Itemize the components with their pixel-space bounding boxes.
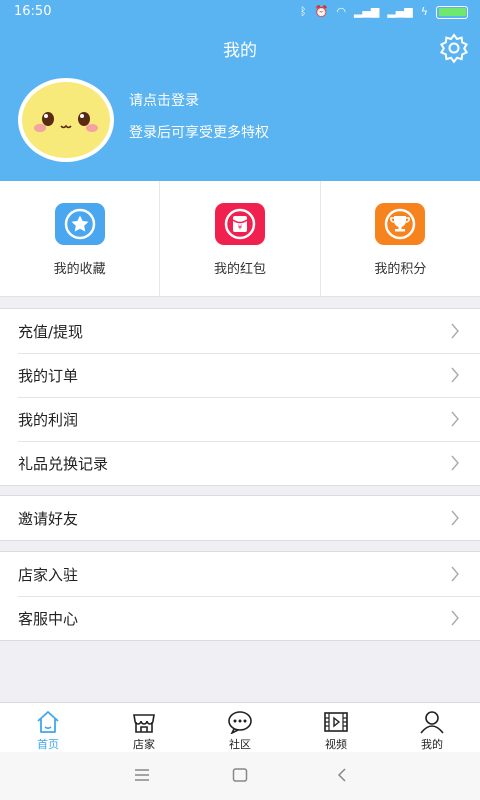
gear-icon [439,33,469,64]
status-time: 16:50 [14,4,52,19]
quick-action-label: 我的收藏 [53,262,106,277]
avatar[interactable] [18,78,114,162]
chevron-right-icon [451,411,459,427]
menu-item-profit[interactable]: 我的利润 [0,397,480,441]
menu-item-orders[interactable]: 我的订单 [0,353,480,397]
red-packet-icon: ¥ [214,203,265,245]
menu-group-service: 店家入驻 客服中心 [0,551,480,641]
tab-label: 视频 [325,738,347,751]
tab-store[interactable]: 店家 [96,703,192,752]
login-prompt[interactable]: 请点击登录 [129,90,199,110]
menu-item-label: 我的利润 [18,411,79,429]
menu-item-label: 客服中心 [18,610,79,628]
settings-button[interactable] [438,32,470,64]
chevron-right-icon [451,610,459,626]
tab-video[interactable]: 视频 [288,703,384,752]
login-hint: 登录后可享受更多特权 [129,125,269,141]
page-title: 我的 [223,41,257,61]
star-icon [54,203,105,245]
menu-group-account: 充值/提现 我的订单 我的利润 礼品兑换记录 [0,308,480,486]
chevron-right-icon [451,323,459,339]
tab-label: 首页 [37,738,59,751]
tab-label: 社区 [229,738,251,751]
tab-label: 我的 [421,738,443,751]
menu-item-label: 店家入驻 [18,566,79,584]
menu-item-label: 礼品兑换记录 [18,455,109,473]
chevron-right-icon [451,510,459,526]
menu-item-label: 我的订单 [18,367,79,385]
profile-icon [420,711,444,734]
menu-item-gift-records[interactable]: 礼品兑换记录 [0,441,480,485]
status-icons: ᛒ ⏰ ◠ ▂▄▆ ▂▄▆ ϟ [300,5,468,19]
wifi-icon: ◠ [336,5,346,18]
signal-icon: ▂▄▆ [353,5,380,18]
chevron-right-icon [451,367,459,383]
chat-icon [228,711,252,734]
svg-text:¥: ¥ [238,224,243,232]
favorites-button[interactable]: 我的收藏 [0,181,161,296]
profile-header: 16:50 ᛒ ⏰ ◠ ▂▄▆ ▂▄▆ ϟ 我的 请点击登录 登录后可享受更多特… [0,0,480,181]
battery-icon [436,5,468,19]
store-icon [133,714,155,733]
menu-icon[interactable] [134,767,150,783]
chevron-right-icon [451,455,459,471]
quick-action-label: 我的积分 [374,262,427,277]
tab-label: 店家 [133,738,155,751]
menu-group-invite: 邀请好友 [0,495,480,541]
menu-item-merchant-join[interactable]: 店家入驻 [0,552,480,596]
menu-item-recharge[interactable]: 充值/提现 [0,309,480,353]
menu-item-label: 充值/提现 [18,323,84,341]
back-icon[interactable] [334,767,350,783]
tab-home[interactable]: 首页 [0,703,96,752]
quick-actions: 我的收藏 ¥ 我的红包 我的积分 [0,181,480,297]
bluetooth-icon: ᛒ [300,5,307,18]
avatar-face [22,82,110,158]
quick-action-label: 我的红包 [213,262,266,277]
menu-item-invite-friends[interactable]: 邀请好友 [0,496,480,540]
tab-community[interactable]: 社区 [192,703,288,752]
menu-item-label: 邀请好友 [18,510,79,528]
tab-profile[interactable]: 我的 [384,703,480,752]
signal-icon-2: ▂▄▆ [387,5,413,18]
status-bar: 16:50 ᛒ ⏰ ◠ ▂▄▆ ▂▄▆ ϟ [0,0,480,24]
trophy-icon [375,203,426,245]
red-packet-button[interactable]: ¥ 我的红包 [160,181,321,296]
cute-face-icon [34,112,98,132]
alarm-icon: ⏰ [314,5,329,18]
system-nav-bar [0,752,480,800]
chevron-right-icon [451,566,459,582]
charging-icon: ϟ [420,5,428,18]
video-icon [324,712,348,732]
home-icon [37,711,59,733]
points-button[interactable]: 我的积分 [321,181,480,296]
bottom-tab-bar: 首页 店家 社区 视频 我的 [0,702,480,752]
menu-item-customer-service[interactable]: 客服中心 [0,596,480,640]
home-square-icon[interactable] [232,767,248,783]
